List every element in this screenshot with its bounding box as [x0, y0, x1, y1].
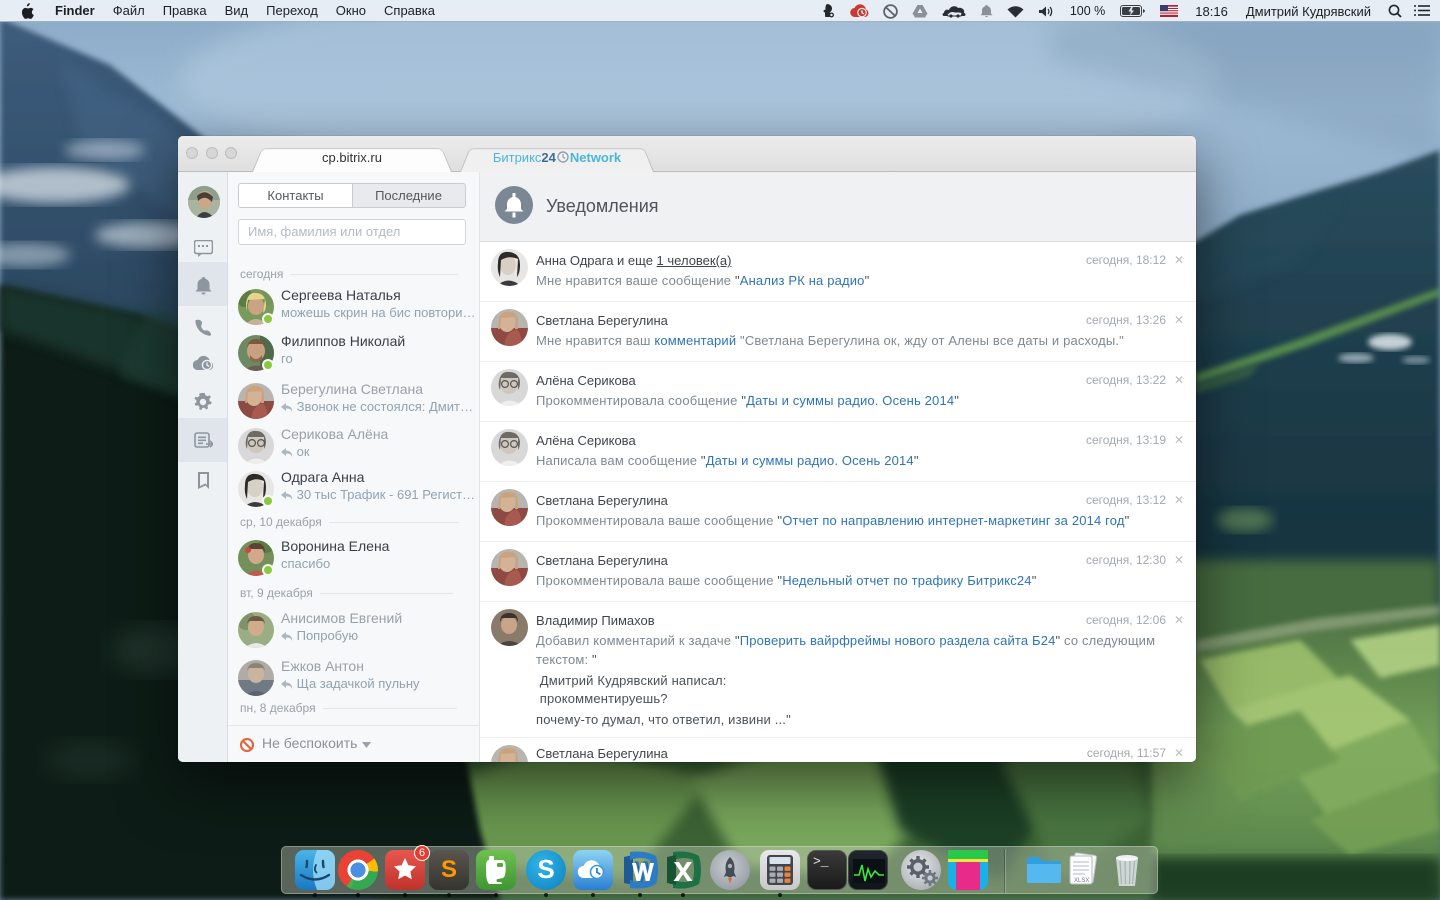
svg-text:XLSX: XLSX [1074, 878, 1089, 884]
